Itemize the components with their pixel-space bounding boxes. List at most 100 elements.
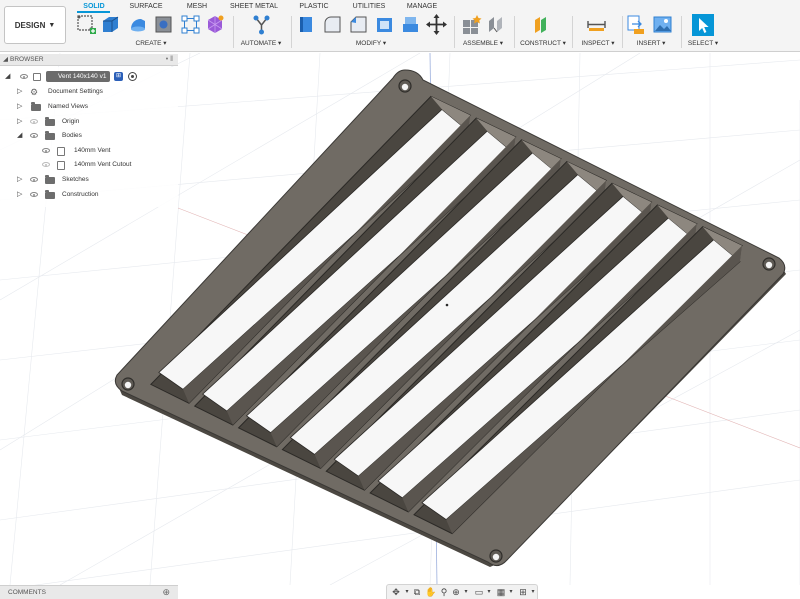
- visibility-eye-icon[interactable]: [30, 192, 38, 197]
- automate-icon[interactable]: [251, 14, 272, 35]
- browser-panel-header[interactable]: ◢ BROWSER • ‖: [0, 54, 178, 66]
- group-select[interactable]: SELECT ▾: [684, 39, 722, 48]
- document-icon: [33, 73, 41, 81]
- new-component-icon[interactable]: [461, 14, 482, 35]
- extrude-icon[interactable]: [100, 14, 121, 35]
- expanded-triangle-icon[interactable]: ◢: [17, 130, 22, 142]
- browser-item-body-140mm-vent-cutout[interactable]: 140mm Vent Cutout: [0, 159, 178, 171]
- look-at-icon[interactable]: ⧉: [412, 587, 422, 597]
- mounting-hole: [489, 549, 503, 563]
- toolbar-divider: [572, 16, 573, 48]
- comments-panel-header[interactable]: COMMENTS ⊕: [0, 585, 178, 599]
- visibility-eye-icon[interactable]: [42, 162, 50, 167]
- collapse-triangle-icon[interactable]: ◢: [3, 54, 8, 66]
- group-assemble[interactable]: ASSEMBLE ▾: [456, 39, 510, 48]
- activate-target-icon[interactable]: [128, 72, 137, 81]
- workspace-label: DESIGN: [14, 20, 46, 30]
- add-comment-icon[interactable]: ⊕: [162, 586, 170, 599]
- group-inspect[interactable]: INSPECT ▾: [577, 39, 619, 48]
- workspace-switcher-button[interactable]: DESIGN ▼: [4, 6, 66, 44]
- collapsed-triangle-icon[interactable]: ▷: [17, 116, 22, 128]
- body-icon: [57, 147, 65, 156]
- chevron-down-icon[interactable]: ▾: [402, 587, 412, 597]
- browser-item-named-views[interactable]: ▷ Named Views: [0, 101, 178, 113]
- browser-item-sketches[interactable]: ▷ Sketches: [0, 174, 178, 186]
- hole-icon[interactable]: [153, 14, 174, 35]
- shell-icon[interactable]: [374, 14, 395, 35]
- tab-mesh[interactable]: MESH: [182, 1, 212, 12]
- browser-item-bodies[interactable]: ◢ Bodies: [0, 130, 178, 142]
- browser-item-label: Origin: [62, 118, 80, 125]
- offset-plane-icon[interactable]: [531, 14, 552, 35]
- group-modify[interactable]: MODIFY ▾: [341, 39, 401, 48]
- group-construct[interactable]: CONSTRUCT ▾: [517, 39, 569, 48]
- pattern-icon[interactable]: [180, 14, 201, 35]
- pan-hand-icon[interactable]: ✋: [425, 587, 436, 597]
- collapsed-triangle-icon[interactable]: ▷: [17, 86, 22, 98]
- panel-options-icon[interactable]: • ‖: [166, 54, 173, 66]
- visibility-eye-icon[interactable]: [30, 119, 38, 124]
- grid-settings-icon[interactable]: ▦: [496, 587, 506, 597]
- browser-root-row[interactable]: ◢ Vent 140x140 v1 ⊞: [0, 71, 178, 83]
- zoom-icon[interactable]: ⚲: [439, 587, 449, 597]
- revolve-icon[interactable]: [127, 14, 148, 35]
- new-sketch-icon[interactable]: [76, 14, 97, 35]
- joint-icon[interactable]: [486, 14, 507, 35]
- folder-icon: [31, 102, 41, 111]
- chevron-down-icon[interactable]: ▾: [528, 587, 538, 597]
- browser-item-origin[interactable]: ▷ Origin: [0, 116, 178, 128]
- navigation-bar: ✥ ▾ ⧉ ✋ ⚲ ⊕ ▾ ▭ ▾ ▦ ▾ ⊞ ▾: [386, 584, 538, 599]
- measure-icon[interactable]: [586, 14, 607, 35]
- visibility-eye-icon[interactable]: [42, 148, 50, 153]
- fit-icon[interactable]: ⊕: [451, 587, 461, 597]
- group-create[interactable]: CREATE ▾: [126, 39, 176, 48]
- comments-title: COMMENTS: [8, 589, 46, 596]
- viewports-icon[interactable]: ⊞: [518, 587, 528, 597]
- press-pull-icon[interactable]: [297, 14, 318, 35]
- browser-item-label: Named Views: [48, 103, 88, 110]
- collapsed-triangle-icon[interactable]: ▷: [17, 101, 22, 113]
- browser-item-label: Bodies: [62, 132, 82, 139]
- toolbar-divider: [454, 16, 455, 48]
- visibility-eye-icon[interactable]: [20, 74, 28, 79]
- collapsed-triangle-icon[interactable]: ▷: [17, 189, 22, 201]
- chamfer-icon[interactable]: [348, 14, 369, 35]
- tab-surface[interactable]: SURFACE: [127, 1, 165, 12]
- browser-root-label: Vent 140x140 v1: [46, 71, 110, 82]
- browser-item-construction[interactable]: ▷ Construction: [0, 189, 178, 201]
- fillet-icon[interactable]: [322, 14, 343, 35]
- form-icon[interactable]: [205, 14, 226, 35]
- group-insert[interactable]: INSERT ▾: [628, 39, 674, 48]
- insert-image-icon[interactable]: [652, 14, 673, 35]
- tab-plastic[interactable]: PLASTIC: [296, 1, 332, 12]
- visibility-eye-icon[interactable]: [30, 177, 38, 182]
- collapsed-triangle-icon[interactable]: ▷: [17, 174, 22, 186]
- group-automate[interactable]: AUTOMATE ▾: [236, 39, 286, 48]
- insert-derive-icon[interactable]: [626, 14, 647, 35]
- combine-icon[interactable]: [400, 14, 421, 35]
- body-icon: [57, 161, 65, 170]
- tab-sheet-metal[interactable]: SHEET METAL: [228, 1, 280, 12]
- browser-item-body-140mm-vent[interactable]: 140mm Vent: [0, 145, 178, 157]
- toolbar-divider: [681, 16, 682, 48]
- browser-item-label: Document Settings: [48, 88, 103, 95]
- move-icon[interactable]: [426, 14, 447, 35]
- display-settings-icon[interactable]: ▭: [474, 587, 484, 597]
- browser-item-label: Sketches: [62, 176, 89, 183]
- browser-item-document-settings[interactable]: ▷ ⚙ Document Settings: [0, 86, 178, 98]
- browser-title: BROWSER: [10, 56, 44, 63]
- tab-manage[interactable]: MANAGE: [404, 1, 440, 12]
- chevron-down-icon[interactable]: ▾: [461, 587, 471, 597]
- chevron-down-icon[interactable]: ▾: [484, 587, 494, 597]
- chevron-down-icon[interactable]: ▾: [506, 587, 516, 597]
- browser-item-label: 140mm Vent Cutout: [74, 161, 132, 168]
- tab-utilities[interactable]: UTILITIES: [350, 1, 388, 12]
- visibility-eye-icon[interactable]: [30, 133, 38, 138]
- browser-item-label: Construction: [62, 191, 99, 198]
- folder-icon: [45, 117, 55, 126]
- select-icon[interactable]: [692, 14, 714, 36]
- mounting-hole: [121, 377, 135, 391]
- expanded-triangle-icon[interactable]: ◢: [5, 71, 10, 83]
- orbit-icon[interactable]: ✥: [391, 587, 401, 597]
- mounting-hole: [762, 257, 776, 271]
